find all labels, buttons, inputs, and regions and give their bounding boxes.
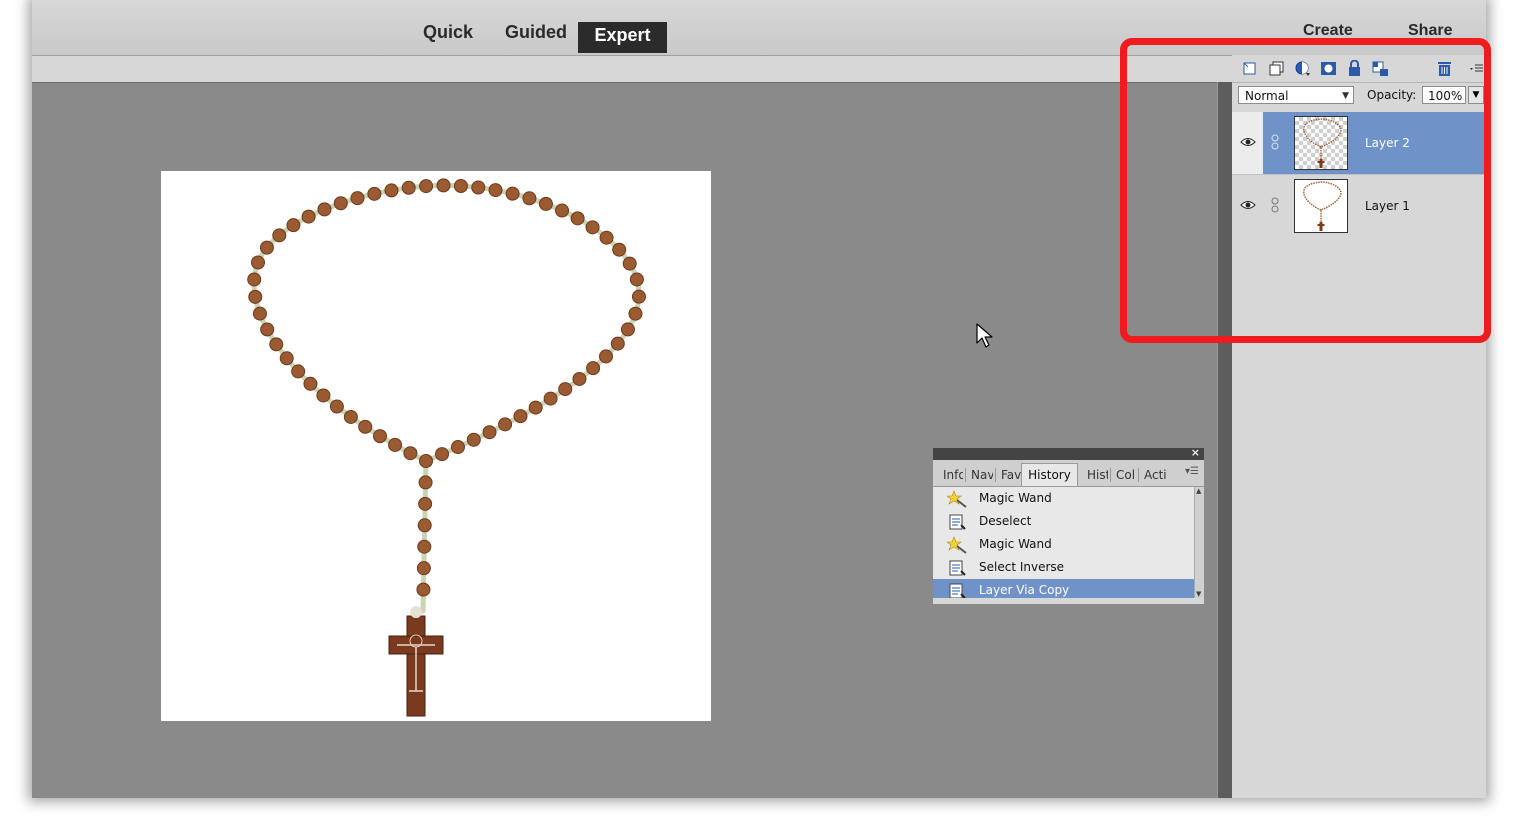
tab-navigator[interactable]: Nav [971,466,993,486]
history-item[interactable]: Select Inverse [933,556,1194,579]
annotation-highlight-box [1120,38,1491,343]
bead [631,289,646,304]
bead [471,180,486,195]
tab-quick[interactable]: Quick [423,22,473,43]
history-panel: × Info Nav Fav History Hist Col Acti ▾☰ … [932,446,1205,605]
bead [388,437,403,452]
bead [248,289,263,304]
bead [572,371,587,386]
tab-history[interactable]: History [1021,463,1078,486]
bead [416,561,431,576]
bead [384,183,399,198]
history-scrollbar[interactable]: ▲ ▼ [1194,487,1204,598]
bead [555,203,570,218]
bead [419,179,434,194]
bead [247,272,262,287]
bead [558,382,573,397]
rosary-beads [247,178,646,597]
bead [620,322,635,337]
bead [599,349,614,364]
bead [333,196,348,211]
bead [488,183,503,198]
crucifix [388,606,444,717]
bead [585,220,600,235]
bead [622,256,637,271]
bead [291,364,306,379]
tab-guided[interactable]: Guided [505,22,567,43]
bead [329,399,344,414]
bead [303,376,318,391]
bead [419,454,433,468]
history-item[interactable]: Magic Wand [933,533,1194,556]
bead [372,429,387,444]
bead [401,180,416,195]
bead [269,337,284,352]
bead [628,306,643,321]
close-icon[interactable]: × [1191,446,1200,459]
bead [543,391,558,406]
bead [453,178,468,193]
document-step-icon [949,514,966,530]
resize-grip[interactable] [933,598,1204,604]
bead [586,361,601,376]
scroll-up-icon[interactable]: ▲ [1196,487,1201,495]
bead [612,242,627,257]
panel-tabs: Info Nav Fav History Hist Col Acti ▾☰ [933,460,1204,487]
bead [538,196,553,211]
magic-wand-icon [947,490,967,508]
bead [250,255,265,270]
bead [301,209,316,224]
bead [316,388,331,403]
tab-expert[interactable]: Expert [578,22,667,53]
bead [498,417,513,432]
history-item[interactable]: Magic Wand [933,487,1194,510]
tab-actions[interactable]: Acti [1144,466,1166,486]
bead [417,518,432,533]
scroll-down-icon[interactable]: ▼ [1196,590,1201,598]
bead [599,230,614,245]
bead [418,475,433,490]
bead [570,211,585,226]
mouse-cursor-icon [976,323,993,348]
history-item[interactable]: Deselect [933,510,1194,533]
bead [350,191,365,206]
bead [436,178,451,193]
tab-info[interactable]: Info [943,466,963,486]
panel-titlebar[interactable]: × [933,446,1204,460]
bead [629,272,644,287]
bead [505,186,520,201]
history-list: Magic Wand Deselect Magic Wand Select In… [933,487,1194,602]
document-step-icon [949,560,966,576]
bead [466,432,481,447]
bead [272,228,287,243]
bead [260,322,275,337]
panel-menu-icon[interactable]: ▾☰ [1185,466,1199,477]
bead [417,539,432,554]
bead [286,218,301,233]
bead [528,400,543,415]
tab-favorites[interactable]: Fav [1001,466,1021,486]
magic-wand-icon [947,536,967,554]
bead [418,496,433,511]
bead [343,409,358,424]
bead [522,191,537,206]
bead [403,446,418,461]
bead [259,240,274,255]
bead [367,186,382,201]
bead [416,582,431,597]
rosary-image [247,178,646,717]
bead [610,336,625,351]
bead [317,202,332,217]
bead [358,419,373,434]
bead [482,425,497,440]
bead [435,447,450,462]
bead [279,351,294,366]
tab-histogram[interactable]: Hist [1087,466,1108,486]
bead [513,409,528,424]
bead [252,306,267,321]
bead [450,440,465,455]
document-canvas[interactable] [161,171,711,721]
tab-color[interactable]: Col [1116,466,1136,486]
